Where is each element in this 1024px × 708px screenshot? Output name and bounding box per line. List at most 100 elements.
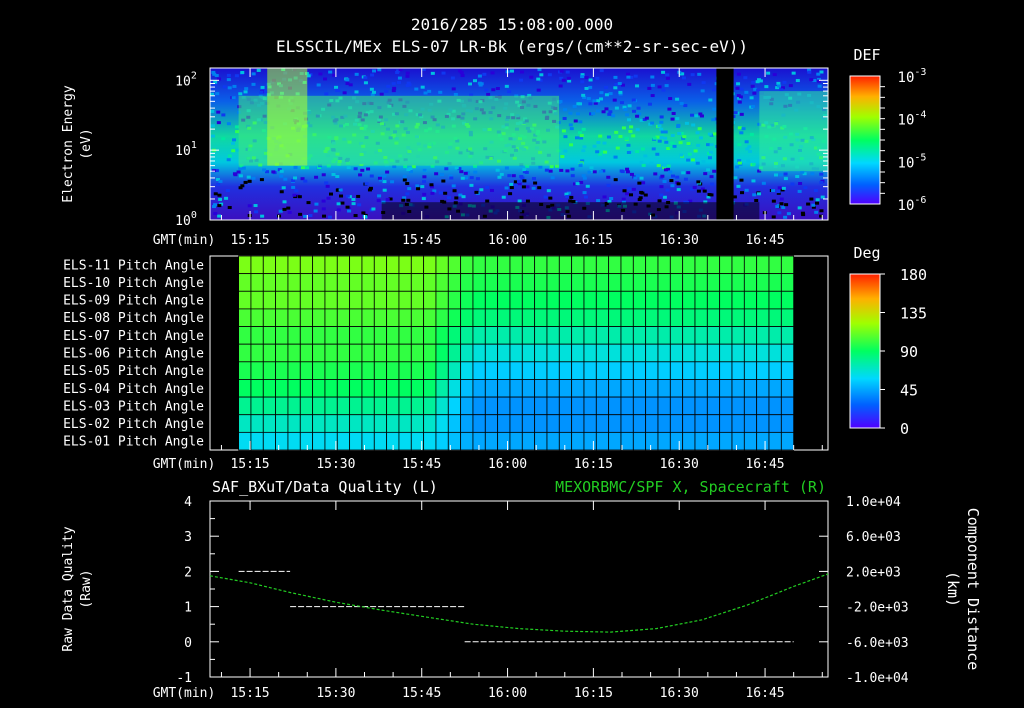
pitch-cell	[756, 396, 770, 416]
pitch-cell	[780, 255, 795, 275]
energy-cell	[706, 168, 711, 172]
pitch-cell	[386, 414, 400, 433]
pitch-cell	[583, 431, 597, 451]
energy-cell	[740, 191, 745, 195]
pitch-cell	[645, 343, 659, 363]
pitch-cell	[299, 361, 314, 380]
energy-cell	[778, 173, 783, 177]
pitch-cell	[423, 290, 437, 310]
energy-cell	[217, 214, 222, 218]
energy-cell	[644, 116, 649, 120]
pitch-cell	[682, 255, 696, 275]
energy-cell	[697, 127, 702, 131]
pitch-cell	[571, 343, 585, 363]
energy-cell	[305, 166, 310, 170]
energy-cell	[569, 127, 574, 131]
pitch-cell	[620, 361, 634, 380]
quality-ylabel-right: Component Distance	[964, 508, 982, 671]
pitch-cell	[743, 379, 758, 398]
pitch-cell	[312, 343, 326, 363]
energy-cell	[548, 169, 553, 173]
quality-yunit-left: (Raw)	[79, 569, 94, 608]
pitch-cell	[546, 308, 560, 327]
pitch-cell	[312, 414, 326, 433]
energy-cell	[580, 80, 585, 84]
energy-cell	[803, 186, 808, 190]
pitch-cell	[262, 343, 277, 363]
pitch-cell	[275, 343, 289, 363]
energy-cell	[340, 201, 345, 205]
pitch-cell	[669, 255, 684, 275]
pitch-cell	[768, 326, 782, 345]
energy-cell	[354, 72, 359, 76]
energy-cell	[635, 84, 640, 88]
energy-cell	[559, 168, 564, 172]
pitch-cell	[250, 379, 264, 398]
pitch-cell	[386, 343, 400, 363]
pitch-cell	[571, 361, 585, 380]
energy-cell	[699, 114, 704, 118]
pitch-cell	[386, 379, 400, 398]
energy-cell	[626, 72, 631, 76]
pitch-cell	[756, 255, 770, 275]
pitch-cell	[743, 343, 758, 363]
energy-cell	[687, 82, 692, 86]
distance-line	[209, 573, 829, 633]
energy-cell	[578, 120, 583, 124]
energy-cell	[598, 134, 603, 138]
energy-cell	[625, 167, 630, 171]
energy-cell	[520, 70, 525, 74]
pitch-cell	[521, 290, 536, 310]
energy-cell	[439, 173, 444, 177]
energy-cell	[706, 143, 711, 147]
pitch-cell	[608, 343, 622, 363]
pitch-cell	[460, 379, 474, 398]
pitch-cell	[447, 379, 462, 398]
pitch-cell	[423, 414, 437, 433]
energy-cell	[345, 78, 350, 82]
pitch-cell	[336, 343, 351, 363]
pitch-cell	[410, 414, 425, 433]
energy-cell	[599, 69, 604, 73]
energy-cell	[318, 72, 323, 76]
energy-cell	[690, 158, 695, 162]
pitch-cell	[521, 326, 536, 345]
pitch-cell	[706, 290, 721, 310]
energy-cell	[650, 94, 655, 98]
energy-cell	[664, 84, 669, 88]
energy-cell	[816, 72, 821, 76]
energy-cell	[490, 71, 495, 75]
pitch-cell	[287, 431, 301, 451]
energy-cell	[613, 86, 618, 90]
pitch-cell	[645, 308, 659, 327]
energy-cell	[819, 172, 824, 176]
energy-cell	[624, 136, 629, 140]
pitch-cell	[299, 343, 314, 363]
energy-cell	[815, 198, 820, 202]
pitch-cell	[731, 308, 745, 327]
pitch-cell	[756, 308, 770, 327]
pitch-cell	[275, 273, 289, 292]
energy-xaxis-label: GMT(min)	[153, 233, 216, 248]
energy-cell	[519, 175, 524, 179]
energy-cell	[563, 135, 568, 139]
pitch-cell	[447, 290, 462, 310]
energy-cell	[695, 161, 700, 165]
pitch-cell	[780, 396, 795, 416]
energy-cell	[751, 179, 756, 183]
pitch-row-label: ELS-02 Pitch Angle	[63, 417, 204, 432]
energy-cell	[619, 101, 624, 105]
pitch-cell	[472, 414, 486, 433]
pitch-cell	[608, 414, 622, 433]
pitch-cell	[336, 255, 351, 275]
pitch-cell	[719, 431, 733, 451]
energy-cell	[441, 179, 446, 183]
pitch-cell	[595, 379, 610, 398]
energy-cell	[783, 172, 788, 176]
energy-cell	[474, 190, 479, 194]
pitch-cell	[361, 379, 375, 398]
energy-cell	[372, 69, 377, 73]
energy-cell	[659, 193, 664, 197]
energy-cell	[694, 114, 699, 118]
energy-cell	[671, 111, 676, 115]
